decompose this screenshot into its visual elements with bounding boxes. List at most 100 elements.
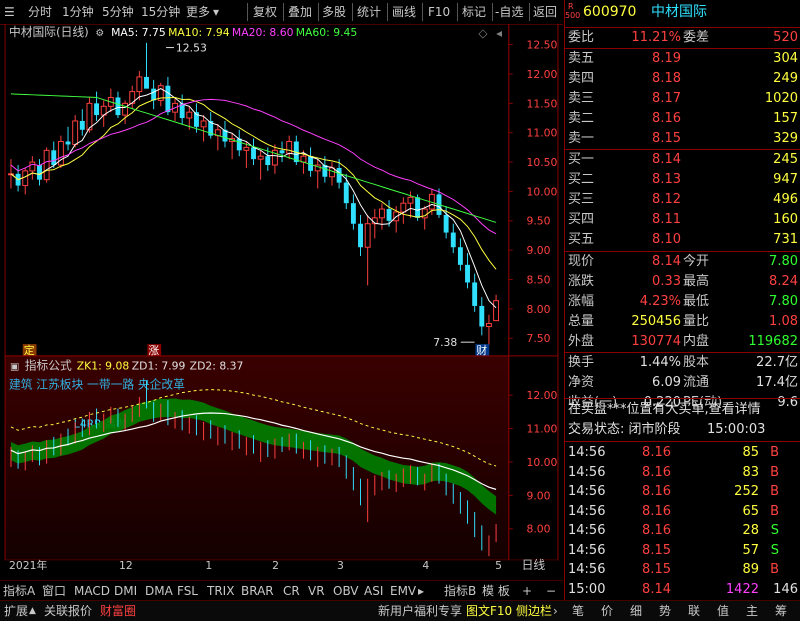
buy-row[interactable]: 买一 8.14 245 [565,150,800,171]
settings-gear-icon[interactable]: ⚙ [95,28,104,39]
new-user-benefit-button[interactable]: 新用户福利专享 [378,603,462,619]
wealth-circle-button[interactable]: 财富圈 [100,603,136,619]
chevron-right-icon[interactable]: › [553,603,558,619]
stat-value: 119682 [748,334,798,349]
toolbar-item-f10[interactable]: F10 [428,3,450,21]
toolbar-item-diejia[interactable]: 叠加 [288,3,312,21]
tab-xi[interactable]: 细 [630,603,642,619]
candle-body [115,97,121,116]
related-quotes-button[interactable]: 关联报价 [44,603,92,619]
tab-window[interactable]: 窗口 [42,583,66,599]
tick-side: B [770,445,779,460]
f10-button[interactable]: 图文F10 [466,603,512,619]
tab-indicator-a[interactable]: 指标A [3,583,35,599]
divider [565,398,800,399]
weibi-label: 委比 [568,30,595,45]
sell-row[interactable]: 卖四 8.18 249 [565,69,800,90]
candle-body [472,282,478,306]
x-label-4: 4 [422,559,429,570]
tab-lian[interactable]: 联 [688,603,700,619]
tab-template[interactable]: 模 板 [482,583,510,599]
tick-side: S [770,523,779,538]
tab-vr[interactable]: VR [308,583,325,599]
sell-row[interactable]: 卖三 8.17 1020 [565,89,800,110]
chevron-right-icon[interactable]: ▸ [418,583,424,599]
candle-body [350,203,356,224]
diamond-icon[interactable]: ◇ [478,26,488,40]
tab-brar[interactable]: BRAR [241,583,274,599]
x-label-2: 2 [272,559,279,570]
tab-macd[interactable]: MACD [74,583,110,599]
sell-row[interactable]: 卖五 8.19 304 [565,49,800,70]
sell-label: 卖三 [568,91,595,106]
tab-fsl[interactable]: FSL [177,583,198,599]
minimize-icon[interactable]: ◂ [496,26,502,40]
up-arrow-icon[interactable]: ▲ [29,603,36,619]
chevron-down-icon[interactable]: ▾ [213,3,219,21]
stat-value: 8.14 [652,254,681,269]
tab-jia[interactable]: 价 [601,603,613,619]
toolbar-item-zixuan[interactable]: -自选 [495,3,523,21]
tab-dma[interactable]: DMA [145,583,173,599]
tab-trix[interactable]: TRIX [207,583,234,599]
stat-row: 现价 8.14 今开 7.80 [565,252,800,273]
toolbar-divider [457,3,458,21]
tab-obv[interactable]: OBV [333,583,359,599]
toolbar-item-fuquan[interactable]: 复权 [253,3,277,21]
tick-price: 8.15 [642,562,671,577]
tick-row: 14:56 8.15 57 S [565,541,800,562]
zhang-marker[interactable]: 涨 [148,344,159,357]
indicator-dropdown-icon[interactable]: ▣ [10,362,19,373]
period-label[interactable]: 日线 [522,558,546,570]
candle-body [386,209,392,221]
cai-marker[interactable]: 财 [476,343,487,357]
candle-body [343,182,349,204]
toolbar-item-huaxian[interactable]: 画线 [392,3,416,21]
tick-price: 8.16 [642,484,671,499]
ding-marker[interactable]: 定 [24,343,35,357]
main-y-tick-label: 12.50 [527,39,558,52]
toolbar-item-15min[interactable]: 15分钟 [141,3,180,21]
sell-row[interactable]: 卖一 8.15 329 [565,129,800,150]
tab-cr[interactable]: CR [283,583,300,599]
sidebar-button[interactable]: 侧边栏 [516,603,552,619]
toolbar-item-biaoji[interactable]: 标记 [462,3,486,21]
toolbar-item-5min[interactable]: 5分钟 [102,3,134,21]
buy-row[interactable]: 买五 8.10 731 [565,230,800,251]
tab-emv[interactable]: EMV [390,583,416,599]
toolbar-item-fenshi[interactable]: 分时 [28,3,52,21]
toolbar-item-more[interactable]: 更多 [186,3,210,21]
buy-volume: 947 [773,172,798,187]
stat-value: 22.7亿 [756,355,798,370]
buy-row[interactable]: 买二 8.13 947 [565,170,800,191]
tick-price: 8.16 [642,503,671,519]
buy-row[interactable]: 买四 8.11 160 [565,210,800,231]
expand-button[interactable]: 扩展 [4,603,28,619]
toolbar-item-back[interactable]: 返回 [533,3,557,21]
tab-indicator-b[interactable]: 指标B [444,583,476,599]
tab-shi[interactable]: 势 [659,603,671,619]
tab-zhu[interactable]: 主 [746,603,758,619]
toolbar-divider [492,3,493,21]
kline-chart[interactable]: 12.50 12.00 11.50 11.00 10.50 10.00 9.50 9.00 8.… [0,24,563,570]
ma20-label: MA20: 8.60 [232,26,294,39]
add-button[interactable]: + [522,583,532,599]
toolbar-item-1min[interactable]: 1分钟 [62,3,94,21]
tick-volume: 1422 [725,581,759,597]
remove-button[interactable]: − [546,583,556,599]
tick-volume: 252 [734,484,759,499]
sell-volume: 1020 [764,91,798,106]
buy-row[interactable]: 买三 8.12 496 [565,190,800,211]
tab-dmi[interactable]: DMI [114,583,137,599]
big-order-notice[interactable]: 在买盘***位置有大买单,查看详情 [565,400,800,421]
tab-zhi[interactable]: 值 [717,603,729,619]
toolbar-menu-icon[interactable]: ☰ [4,3,22,21]
tab-chou[interactable]: 筹 [775,603,787,619]
stat-label: 换手 [568,355,595,370]
quote-panel: R 500 600970 中材国际 委比 11.21% 委差 520 卖五 8.1… [564,0,800,600]
tab-asi[interactable]: ASI [364,583,383,599]
toolbar-item-duogu[interactable]: 多股 [322,3,346,21]
toolbar-item-tongji[interactable]: 统计 [357,3,381,21]
tab-bi[interactable]: 笔 [572,603,584,619]
sell-row[interactable]: 卖二 8.16 157 [565,109,800,130]
